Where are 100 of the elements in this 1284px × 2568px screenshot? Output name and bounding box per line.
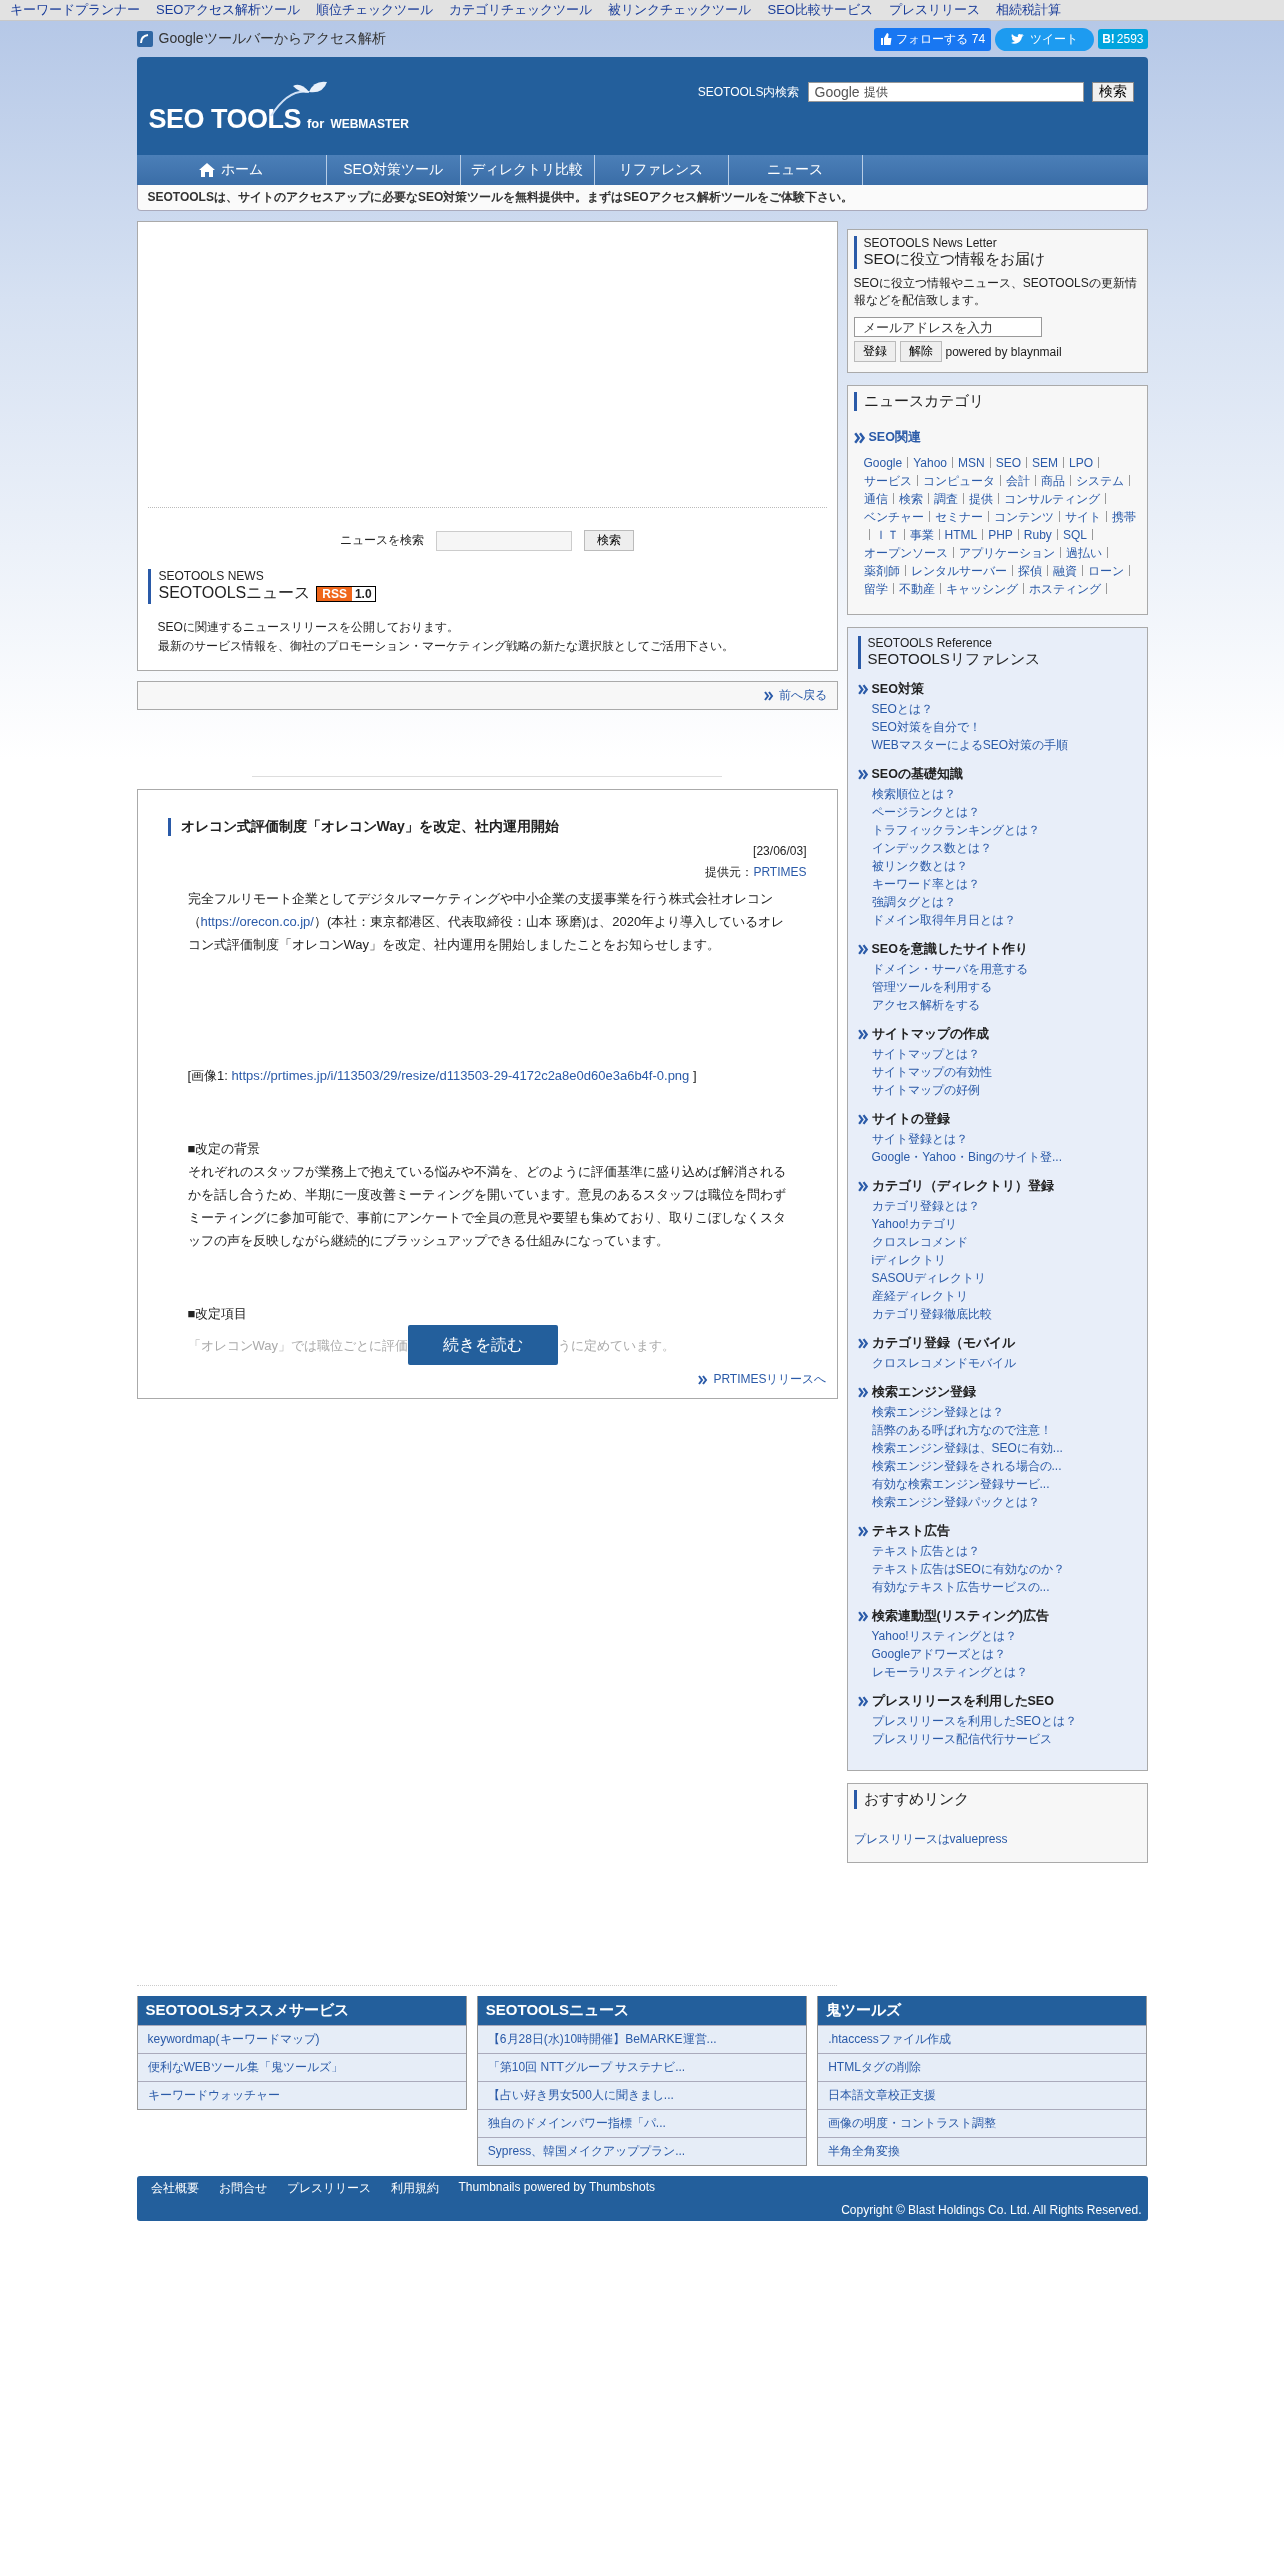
category-tag[interactable]: LPO [1069,456,1094,470]
category-tag[interactable]: Google [863,456,903,470]
search-button[interactable]: 検索 [1091,82,1134,102]
category-tag[interactable]: 融資 [1052,564,1077,578]
reference-link[interactable]: Yahoo!リスティングとは？ [857,1627,1137,1645]
category-tag[interactable]: Yahoo [913,456,947,470]
reference-link[interactable]: ドメイン・サーバを用意する [857,960,1137,978]
footer-link[interactable]: Sypress、韓国メイクアッププラン... [477,2137,807,2165]
reference-link[interactable]: iディレクトリ [857,1251,1137,1269]
footer-link[interactable]: 独自のドメインパワー指標「パ... [477,2109,807,2137]
category-tag[interactable]: レンタルサーバー [910,564,1007,578]
read-more-button[interactable]: 続きを読む [408,1325,559,1365]
reference-link[interactable]: カテゴリ登録徹底比較 [857,1305,1137,1323]
reference-link[interactable]: 検索エンジン登録とは？ [857,1403,1137,1421]
category-tag[interactable]: SQL [1062,528,1087,542]
toolbar-link[interactable]: Googleツールバーからアクセス解析 [136,30,386,48]
reference-link[interactable]: インデックス数とは？ [857,839,1137,857]
reference-link[interactable]: SEO対策を自分で！ [857,718,1137,736]
category-tag[interactable]: 検索 [898,492,923,506]
reference-link[interactable]: サイトマップの好例 [857,1081,1137,1099]
newsletter-button[interactable]: 解除 [899,341,942,362]
reference-link[interactable]: レモーラリスティングとは？ [857,1663,1137,1681]
footer-link[interactable]: 便利なWEBツール集「鬼ツールズ」 [137,2053,466,2081]
top-nav-link[interactable]: 被リンクチェックツール [608,1,752,19]
footer-nav-link[interactable]: 利用規約 [390,2180,439,2197]
reference-link[interactable]: Googleアドワーズとは？ [857,1645,1137,1663]
reference-link[interactable]: 語弊のある呼ばれ方なので注意！ [857,1421,1137,1439]
reference-link[interactable]: SEOとは？ [857,700,1137,718]
footer-link[interactable]: keywordmap(キーワードマップ) [137,2025,466,2053]
reference-link[interactable]: サイト登録とは？ [857,1130,1137,1148]
site-logo[interactable]: SEO TOOLS for WEBMASTER [148,77,410,135]
reference-link[interactable]: SASOUディレクトリ [857,1269,1137,1287]
reference-link[interactable]: サイトマップの有効性 [857,1063,1137,1081]
category-tag[interactable]: コンサルティング [1003,492,1100,506]
footer-link[interactable]: 日本語文章校正支援 [818,2081,1147,2109]
category-tag[interactable]: MSN [958,456,985,470]
category-tag[interactable]: 探偵 [1017,564,1042,578]
recommended-link[interactable]: プレスリリースはvaluepress [853,1831,1141,1848]
category-tag[interactable]: コンピュータ [922,474,995,488]
reference-link[interactable]: ページランクとは？ [857,803,1137,821]
top-nav-link[interactable]: SEO比較サービス [767,1,873,19]
category-tag[interactable]: PHP [988,528,1013,542]
footer-nav-link[interactable]: 会社概要 [150,2180,199,2197]
reference-link[interactable]: プレスリリースを利用したSEOとは？ [857,1712,1137,1730]
category-tag[interactable]: ＩＴ [874,528,899,542]
top-nav-link[interactable]: SEOアクセス解析ツール [156,1,301,19]
category-tag[interactable]: オープンソース [863,546,948,560]
category-tag[interactable]: 通信 [863,492,888,506]
reference-link[interactable]: テキスト広告はSEOに有効なのか？ [857,1560,1137,1578]
top-nav-link[interactable]: 相続税計算 [995,1,1061,19]
reference-link[interactable]: トラフィックランキングとは？ [857,821,1137,839]
category-tag[interactable]: Ruby [1023,528,1052,542]
footer-link[interactable]: HTMLタグの削除 [818,2053,1147,2081]
category-tag[interactable]: セミナー [934,510,983,524]
category-tag[interactable]: SEO [995,456,1022,470]
reference-link[interactable]: 管理ツールを利用する [857,978,1137,996]
category-tag[interactable]: HTML [944,528,978,542]
top-nav-link[interactable]: 順位チェックツール [316,1,434,19]
footer-link[interactable]: 半角全角変換 [818,2137,1147,2165]
reference-link[interactable]: 検索順位とは？ [857,785,1137,803]
category-tag[interactable]: 調査 [933,492,958,506]
category-tag[interactable]: 事業 [909,528,934,542]
footer-link[interactable]: .htaccessファイル作成 [818,2025,1147,2053]
reference-link[interactable]: キーワード率とは？ [857,875,1137,893]
category-tag[interactable]: SEM [1032,456,1059,470]
back-link[interactable]: 前へ戻る [763,687,827,704]
category-tag[interactable]: 不動産 [898,582,935,596]
footer-nav-link[interactable]: プレスリリース [286,2180,371,2197]
article-link[interactable]: https://prtimes.jp/i/113503/29/resize/d113503-29-4172c2a8e0d60e3a6b4f-0.png [231,1068,690,1083]
category-tag[interactable]: ベンチャー [863,510,924,524]
reference-link[interactable]: カテゴリ登録とは？ [857,1197,1137,1215]
category-tag[interactable]: コンテンツ [993,510,1054,524]
top-nav-link[interactable]: カテゴリチェックツール [449,1,593,19]
reference-link[interactable]: アクセス解析をする [857,996,1137,1014]
reference-link[interactable]: 検索エンジン登録をされる場合の... [857,1457,1137,1475]
reference-link[interactable]: 産経ディレクトリ [857,1287,1137,1305]
article-link[interactable]: https://orecon.co.jp/ [200,914,314,929]
reference-link[interactable]: 強調タグとは？ [857,893,1137,911]
release-link[interactable]: PRTIMESリリースへ [167,1371,827,1388]
reference-link[interactable]: 検索エンジン登録パックとは？ [857,1493,1137,1511]
category-tag[interactable]: 携帯 [1111,510,1136,524]
footer-link[interactable]: 画像の明度・コントラスト調整 [818,2109,1147,2137]
category-tag[interactable]: キャッシング [945,582,1018,596]
reference-link[interactable]: サイトマップとは？ [857,1045,1137,1063]
footer-nav-link[interactable]: お問合せ [218,2180,267,2197]
footer-link[interactable]: キーワードウォッチャー [137,2081,466,2109]
reference-link[interactable]: Yahoo!カテゴリ [857,1215,1137,1233]
category-tag[interactable]: サービス [863,474,912,488]
category-tag[interactable]: ホスティング [1028,582,1101,596]
reference-link[interactable]: 被リンク数とは？ [857,857,1137,875]
newsletter-button[interactable]: 登録 [853,341,896,362]
reference-link[interactable]: Google・Yahoo・Bingのサイト登... [857,1148,1137,1166]
email-field[interactable]: メールアドレスを入力 [853,317,1042,337]
category-tag[interactable]: 商品 [1040,474,1065,488]
top-nav-link[interactable]: キーワードプランナー [10,1,140,19]
category-tag[interactable]: 会計 [1005,474,1030,488]
category-tag[interactable]: 留学 [863,582,888,596]
footer-link[interactable]: 【占い好き男女500人に聞きまし... [477,2081,807,2109]
reference-link[interactable]: 有効なテキスト広告サービスの... [857,1578,1137,1596]
reference-link[interactable]: テキスト広告とは？ [857,1542,1137,1560]
